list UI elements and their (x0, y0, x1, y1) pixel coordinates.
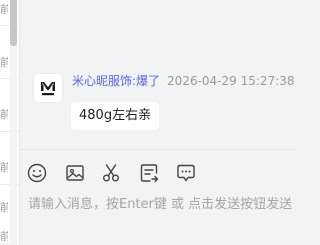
message-header: 米心昵服饰:爆了 2026-04-29 15:27:38 (72, 73, 295, 89)
quick-reply-icon (140, 164, 159, 183)
emoji-button[interactable] (26, 162, 48, 184)
more-chat-icon (177, 164, 195, 182)
conversation-item-fragment[interactable]: 前 (0, 2, 8, 18)
composer-divider (20, 149, 297, 150)
scrollbar-thumb[interactable] (10, 0, 17, 46)
conversation-item-fragment[interactable]: 前 (0, 200, 8, 216)
avatar[interactable] (34, 74, 62, 102)
image-button[interactable] (64, 162, 86, 184)
logo-wordmark (42, 93, 54, 96)
conversation-item-fragment[interactable]: 前 (0, 55, 8, 71)
emoji-icon (27, 163, 47, 183)
sender-name[interactable]: 米心昵服饰:爆了 (72, 74, 160, 88)
brand-logo-icon (41, 82, 55, 96)
message-bubble[interactable]: 480g左右亲 (71, 102, 159, 130)
screenshot-button[interactable] (100, 162, 122, 184)
scissors-icon (103, 164, 119, 182)
message-timestamp: 2026-04-29 15:27:38 (167, 74, 295, 88)
message-input[interactable] (20, 191, 297, 217)
quick-reply-button[interactable] (138, 162, 160, 184)
conversation-list: 前 前 前 前 前 前 (0, 0, 19, 243)
image-icon (66, 165, 84, 181)
conversation-item-fragment[interactable]: 前 (0, 107, 8, 123)
more-chat-button[interactable] (175, 162, 197, 184)
conversation-item-fragment[interactable]: 前 (0, 160, 8, 176)
